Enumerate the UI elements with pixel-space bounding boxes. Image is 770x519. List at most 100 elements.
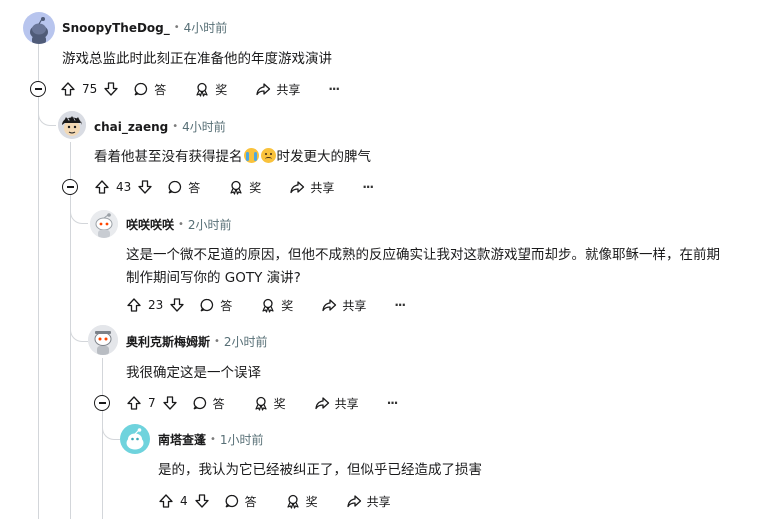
upvote-button[interactable]: [158, 493, 174, 509]
comment-meta: 奥利克斯梅姆斯 • 2小时前: [126, 333, 268, 350]
downvote-arrow-icon: [170, 298, 184, 312]
more-options-icon[interactable]: ···: [387, 396, 399, 410]
avatar[interactable]: [23, 12, 55, 44]
share-label: 共享: [366, 494, 391, 509]
share-arrow-icon: [322, 299, 337, 312]
comment-text: 看着他甚至没有获得提名: [94, 149, 243, 165]
share-arrow-icon: [347, 495, 361, 508]
comment-author[interactable]: SnoopyTheDog_: [62, 21, 170, 35]
award-label: 奖: [249, 180, 262, 195]
collapse-minus-icon[interactable]: [62, 179, 78, 195]
share-button[interactable]: 共享: [314, 395, 359, 412]
avatar[interactable]: [120, 424, 150, 454]
downvote-arrow-icon: [104, 82, 118, 96]
upvote-button[interactable]: [60, 81, 76, 97]
award-ribbon-icon: [230, 180, 242, 195]
downvote-button[interactable]: [169, 297, 185, 313]
comment-bubble-icon: [168, 180, 182, 194]
downvote-button[interactable]: [137, 179, 153, 195]
upvote-button[interactable]: [126, 297, 142, 313]
comment-author[interactable]: 奥利克斯梅姆斯: [126, 333, 210, 350]
share-arrow-icon: [256, 83, 271, 96]
avatar[interactable]: [90, 210, 118, 238]
collapse-minus-icon[interactable]: [94, 395, 110, 411]
sad-face-icon: [260, 148, 276, 163]
vote-count: 43: [116, 180, 132, 194]
share-button[interactable]: 共享: [321, 297, 366, 314]
upvote-button[interactable]: [126, 395, 142, 411]
award-button[interactable]: 奖: [228, 179, 261, 196]
award-ribbon-icon: [255, 396, 267, 411]
downvote-button[interactable]: [194, 493, 210, 509]
comment-author[interactable]: 咲咲咲咲: [126, 216, 174, 233]
award-button[interactable]: 奖: [260, 297, 293, 314]
downvote-arrow-icon: [162, 396, 177, 410]
share-button[interactable]: 共享: [255, 81, 300, 98]
vote-count: 23: [148, 298, 164, 312]
loudly-crying-face-icon: [243, 148, 259, 163]
comment-body: 我很确定这是一个误译: [126, 365, 261, 381]
award-button[interactable]: 奖: [194, 81, 227, 98]
comment-actions: 43 答 奖 共享 ···: [94, 175, 374, 199]
upvote-arrow-icon: [159, 494, 173, 508]
upvote-arrow-icon: [127, 298, 141, 312]
snoo-avatar-icon: [126, 428, 144, 450]
comment-text: 时发更大的脾气: [276, 149, 372, 165]
comment-author[interactable]: 南塔查蓬: [158, 431, 206, 448]
award-label: 奖: [215, 82, 228, 97]
comment-timestamp[interactable]: 2小时前: [188, 216, 232, 233]
award-button[interactable]: 奖: [253, 395, 286, 412]
comment-timestamp[interactable]: 1小时前: [220, 431, 264, 448]
snoo-avatar-icon: [30, 17, 48, 44]
meta-separator: •: [178, 219, 184, 230]
thread-elbow-reply2: [70, 196, 88, 224]
comment-timestamp[interactable]: 4小时前: [182, 118, 226, 135]
downvote-button[interactable]: [162, 395, 178, 411]
avatar[interactable]: [58, 111, 86, 139]
collapse-minus-icon[interactable]: [30, 81, 46, 97]
reply-button[interactable]: 答: [224, 493, 257, 510]
more-options-icon[interactable]: ···: [328, 82, 340, 96]
award-label: 奖: [273, 396, 286, 411]
comment-body: 是的，我认为它已经被纠正了，但似乎已经造成了损害: [158, 462, 482, 478]
comment-author[interactable]: chai_zaeng: [94, 120, 168, 134]
comment-meta: chai_zaeng • 4小时前: [94, 118, 226, 135]
downvote-arrow-icon: [138, 180, 152, 194]
share-label: 共享: [342, 298, 367, 313]
reply-button[interactable]: 答: [167, 179, 200, 196]
comment-meta: 咲咲咲咲 • 2小时前: [126, 216, 232, 233]
comment-timestamp[interactable]: 4小时前: [184, 19, 228, 36]
comment-meta: SnoopyTheDog_ • 4小时前: [62, 19, 227, 36]
more-options-icon[interactable]: ···: [394, 298, 406, 312]
avatar[interactable]: [88, 325, 118, 355]
cartoon-face-avatar-icon: [58, 111, 86, 139]
share-arrow-icon: [315, 397, 329, 410]
comment-bubble-icon: [193, 396, 206, 410]
more-options-icon[interactable]: ···: [362, 180, 374, 194]
reply-button[interactable]: 答: [192, 395, 225, 412]
comment-timestamp[interactable]: 2小时前: [224, 333, 268, 350]
vote-count: 75: [82, 82, 98, 96]
upvote-button[interactable]: [94, 179, 110, 195]
share-button[interactable]: 共享: [346, 493, 391, 510]
downvote-button[interactable]: [103, 81, 119, 97]
vote-count: 4: [180, 494, 188, 508]
share-label: 共享: [310, 180, 335, 195]
upvote-arrow-icon: [95, 180, 109, 194]
thread-elbow-reply3: [70, 318, 88, 342]
thread-line-level2: [102, 358, 103, 519]
comment-actions: 4 答 奖 共享: [158, 489, 391, 513]
comment-actions: 75 答 奖 共享 ···: [60, 77, 340, 101]
comment-bubble-icon: [225, 494, 238, 508]
reply-button[interactable]: 答: [133, 81, 166, 98]
share-button[interactable]: 共享: [289, 179, 334, 196]
award-button[interactable]: 奖: [285, 493, 318, 510]
award-ribbon-icon: [287, 494, 299, 509]
snoo-avatar-icon: [90, 210, 118, 238]
reply-label: 答: [188, 180, 201, 195]
comment-body: 这是一个微不足道的原因，但他不成熟的反应确实让我对这款游戏望而却步。就像耶稣一样…: [126, 244, 766, 290]
reply-label: 答: [244, 494, 257, 509]
reply-button[interactable]: 答: [199, 297, 232, 314]
downvote-arrow-icon: [194, 494, 209, 508]
comment-body: 游戏总监此时此刻正在准备他的年度游戏演讲: [62, 51, 332, 67]
